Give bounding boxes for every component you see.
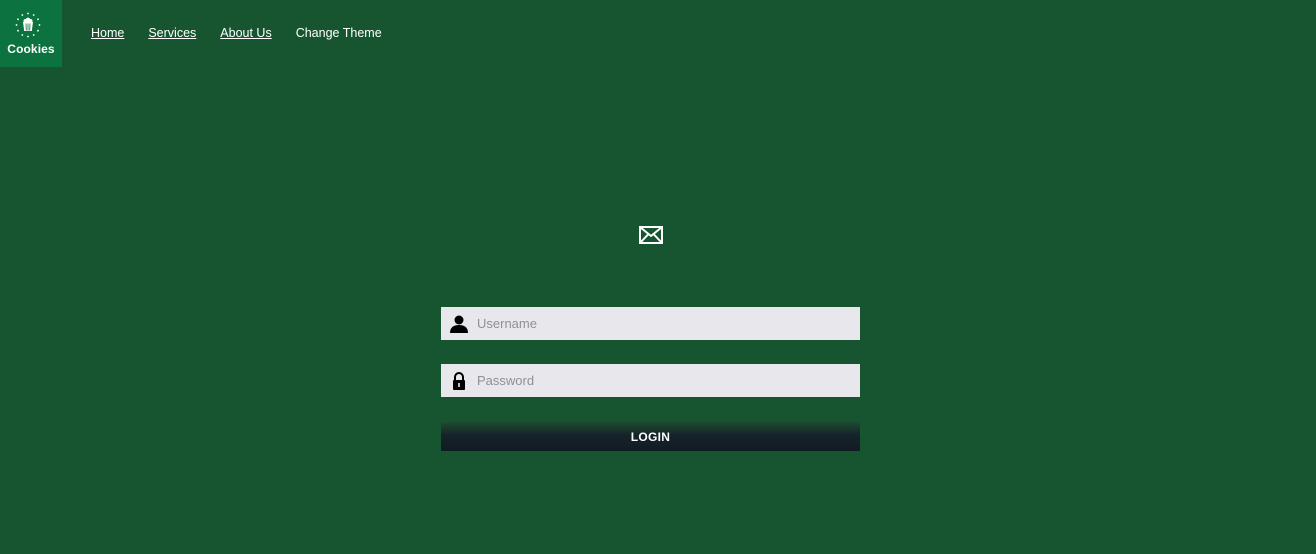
main-nav: Home Services About Us Change Theme xyxy=(91,26,406,40)
nav-link-home[interactable]: Home xyxy=(91,26,124,40)
user-icon xyxy=(450,315,468,333)
nav-link-about-us[interactable]: About Us xyxy=(220,26,271,40)
password-input[interactable] xyxy=(477,365,847,396)
username-input[interactable] xyxy=(477,308,847,339)
login-button[interactable]: LOGIN xyxy=(441,422,860,451)
cookie-icon xyxy=(15,12,41,38)
cookies-label: Cookies xyxy=(7,42,55,56)
cookies-button[interactable]: Cookies xyxy=(0,0,62,67)
nav-link-services[interactable]: Services xyxy=(148,26,196,40)
password-field xyxy=(441,364,860,397)
mail-icon xyxy=(639,226,663,244)
lock-icon xyxy=(453,371,465,390)
username-field xyxy=(441,307,860,340)
nav-link-change-theme[interactable]: Change Theme xyxy=(296,26,382,40)
